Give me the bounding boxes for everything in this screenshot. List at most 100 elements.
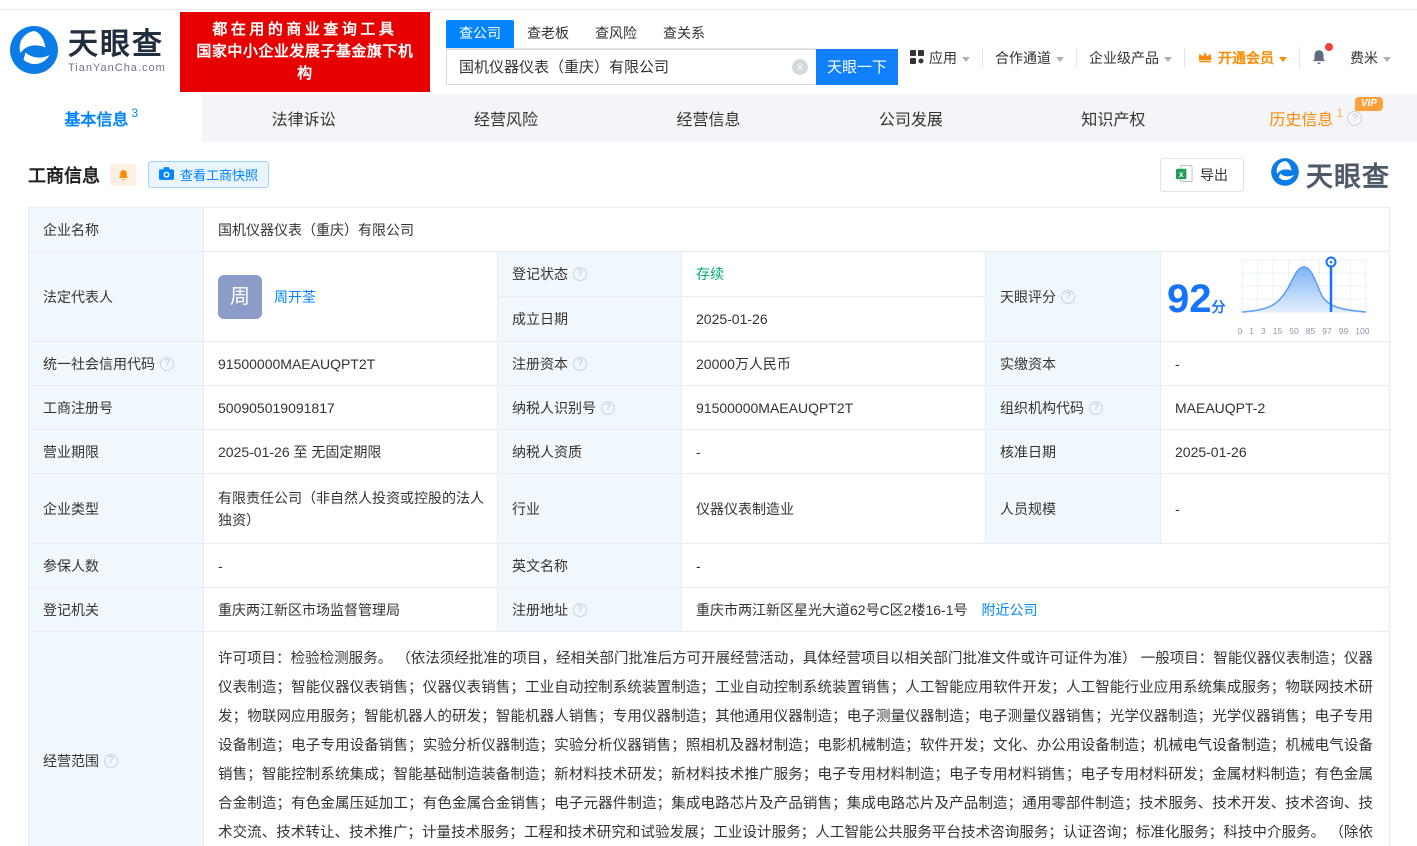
search-input[interactable] <box>446 48 816 85</box>
chevron-down-icon <box>1164 56 1172 62</box>
tab-legal-label: 法律诉讼 <box>271 112 336 129</box>
field-value-taxpayer-quality: - <box>682 430 986 474</box>
slogan-line1: 都在用的商业查询工具 <box>212 21 398 38</box>
business-info-table: 企业名称 国机仪器仪表（重庆）有限公司 法定代表人 周 周开荃 登记状态 ? 存… <box>28 207 1390 846</box>
help-icon[interactable]: ? <box>104 754 118 768</box>
field-label-approval-date: 核准日期 <box>986 430 1161 474</box>
bell-icon <box>118 169 128 180</box>
slogan-line2: 国家中小企业发展子基金旗下机构 <box>196 43 414 82</box>
tab-company-development[interactable]: 公司发展 <box>810 94 1012 142</box>
tab-history-label: 历史信息 <box>1269 112 1334 129</box>
status-date-subtable: 登记状态 ? 存续 成立日期 2025-01-26 <box>498 252 986 342</box>
search-tab-risk[interactable]: 查风险 <box>582 20 650 48</box>
view-business-snapshot-button[interactable]: 查看工商快照 <box>148 161 270 188</box>
watermark-label: 天眼查 <box>1306 162 1390 192</box>
field-label-reg-number: 工商注册号 <box>29 386 204 430</box>
help-icon[interactable]: ? <box>573 356 587 371</box>
field-label-reg-status: 登记状态 ? <box>498 252 682 297</box>
window-top-divider <box>0 0 1417 10</box>
nearby-companies-link[interactable]: 附近公司 <box>982 599 1038 621</box>
help-icon[interactable]: ? <box>1089 400 1103 415</box>
username: 费米 <box>1350 50 1378 66</box>
field-label-reg-address: 注册地址? <box>498 588 682 632</box>
field-label-business-term: 营业期限 <box>29 430 204 474</box>
camera-icon <box>159 166 174 183</box>
score-unit: 分 <box>1211 298 1226 315</box>
search-tab-boss[interactable]: 查老板 <box>514 20 582 48</box>
tianyancha-watermark: 天眼查 <box>1270 155 1390 194</box>
section-title: 工商信息 <box>28 165 100 186</box>
nav-apps[interactable]: 应用 <box>898 48 982 68</box>
field-value-reg-status: 存续 <box>682 252 985 297</box>
legal-rep-avatar[interactable]: 周 <box>218 274 262 319</box>
svg-text:x: x <box>1179 168 1184 178</box>
help-icon[interactable]: ? <box>573 602 587 617</box>
tab-intellectual-property[interactable]: 知识产权 <box>1012 94 1214 142</box>
notifications-button[interactable] <box>1299 42 1338 70</box>
nav-enterprise-products[interactable]: 企业级产品 <box>1076 48 1184 68</box>
field-label-english-name: 英文名称 <box>498 544 682 588</box>
field-label-company-name: 企业名称 <box>29 208 204 252</box>
crown-icon <box>1197 50 1213 66</box>
field-value-establish-date: 2025-01-26 <box>696 310 768 327</box>
nav-open-vip[interactable]: 开通会员 <box>1184 48 1299 68</box>
nav-cooperation[interactable]: 合作通道 <box>982 48 1076 68</box>
tab-operating-info[interactable]: 经营信息 <box>607 94 809 142</box>
score-value: 92 <box>1167 276 1212 321</box>
tab-legal-proceedings[interactable]: 法律诉讼 <box>202 94 404 142</box>
field-label-legal-rep: 法定代表人 <box>29 252 204 342</box>
chevron-down-icon <box>1056 56 1064 62</box>
export-button[interactable]: x 导出 <box>1160 157 1244 192</box>
field-label-uscc: 统一社会信用代码? <box>29 342 204 386</box>
search-tab-relation[interactable]: 查关系 <box>650 20 718 48</box>
subscribe-bell-button[interactable] <box>110 163 136 186</box>
field-value-reg-capital: 20000万人民币 <box>682 342 986 386</box>
field-label-business-scope: 经营范围? <box>29 632 204 846</box>
score-axis-labels: 013 15 50 85 97 99 100 <box>1237 325 1370 336</box>
user-menu[interactable]: 费米 <box>1338 48 1403 68</box>
search-tab-company[interactable]: 查公司 <box>446 19 514 48</box>
tab-operating-risk[interactable]: 经营风险 <box>405 94 607 142</box>
search-button[interactable]: 天眼一下 <box>816 48 898 85</box>
tab-risk-label: 经营风险 <box>474 112 539 129</box>
search-tabs: 查公司 查老板 查风险 查关系 <box>446 19 816 49</box>
tab-history-count: 1 <box>1336 106 1344 120</box>
help-icon[interactable]: ? <box>1061 289 1075 304</box>
apps-grid-icon <box>910 49 924 67</box>
tab-history-info[interactable]: VIP 历史信息 1 ? <box>1215 94 1417 142</box>
tab-basic-info[interactable]: 基本信息 3 <box>0 94 203 142</box>
clear-search-icon[interactable]: × <box>792 58 808 75</box>
tab-ip-label: 知识产权 <box>1081 112 1146 129</box>
field-value-reg-number: 500905019091817 <box>204 386 498 430</box>
snapshot-button-label: 查看工商快照 <box>180 168 259 183</box>
tab-basic-count: 3 <box>131 106 139 120</box>
vip-badge: VIP <box>1354 97 1383 111</box>
search-area: 查公司 查老板 查风险 查关系 × 天眼一下 <box>446 19 898 85</box>
field-value-org-code: MAEAUQPT-2 <box>1161 386 1389 430</box>
excel-icon: x <box>1176 164 1193 185</box>
field-value-tianyan-score: 92分 0 1 3 15 50 85 97 99 100 <box>1161 252 1389 342</box>
field-label-company-type: 企业类型 <box>29 474 204 544</box>
tianyancha-logo-icon <box>8 24 60 81</box>
field-label-establish-date: 成立日期 <box>498 296 682 341</box>
help-icon[interactable]: ? <box>1347 110 1363 126</box>
company-tabbar: 基本信息 3 法律诉讼 经营风险 经营信息 公司发展 知识产权 VIP 历史信息… <box>0 94 1417 142</box>
chevron-down-icon <box>1383 56 1391 62</box>
field-label-taxpayer-quality: 纳税人资质 <box>498 430 682 474</box>
field-value-english-name: - <box>682 544 1389 588</box>
field-value-approval-date: 2025-01-26 <box>1161 430 1389 474</box>
site-logo[interactable]: 天眼查 TianYanCha.com <box>8 24 166 81</box>
help-icon[interactable]: ? <box>573 266 587 281</box>
field-label-reg-capital: 注册资本? <box>498 342 682 386</box>
chevron-down-icon <box>1279 56 1287 62</box>
legal-rep-link[interactable]: 周开荃 <box>274 286 316 308</box>
tab-basic-label: 基本信息 <box>64 112 129 129</box>
site-header: 天眼查 TianYanCha.com 都在用的商业查询工具 国家中小企业发展子基… <box>0 10 1417 94</box>
field-label-org-code: 组织机构代码? <box>986 386 1161 430</box>
field-value-legal-rep: 周 周开荃 <box>204 252 498 342</box>
help-icon[interactable]: ? <box>601 400 615 415</box>
help-icon[interactable]: ? <box>160 356 174 371</box>
header-nav: 应用 合作通道 企业级产品 开通会员 费米 <box>898 42 1403 70</box>
brand-slogan: 都在用的商业查询工具 国家中小企业发展子基金旗下机构 <box>179 12 430 92</box>
field-value-business-term: 2025-01-26 至 无固定期限 <box>204 430 498 474</box>
